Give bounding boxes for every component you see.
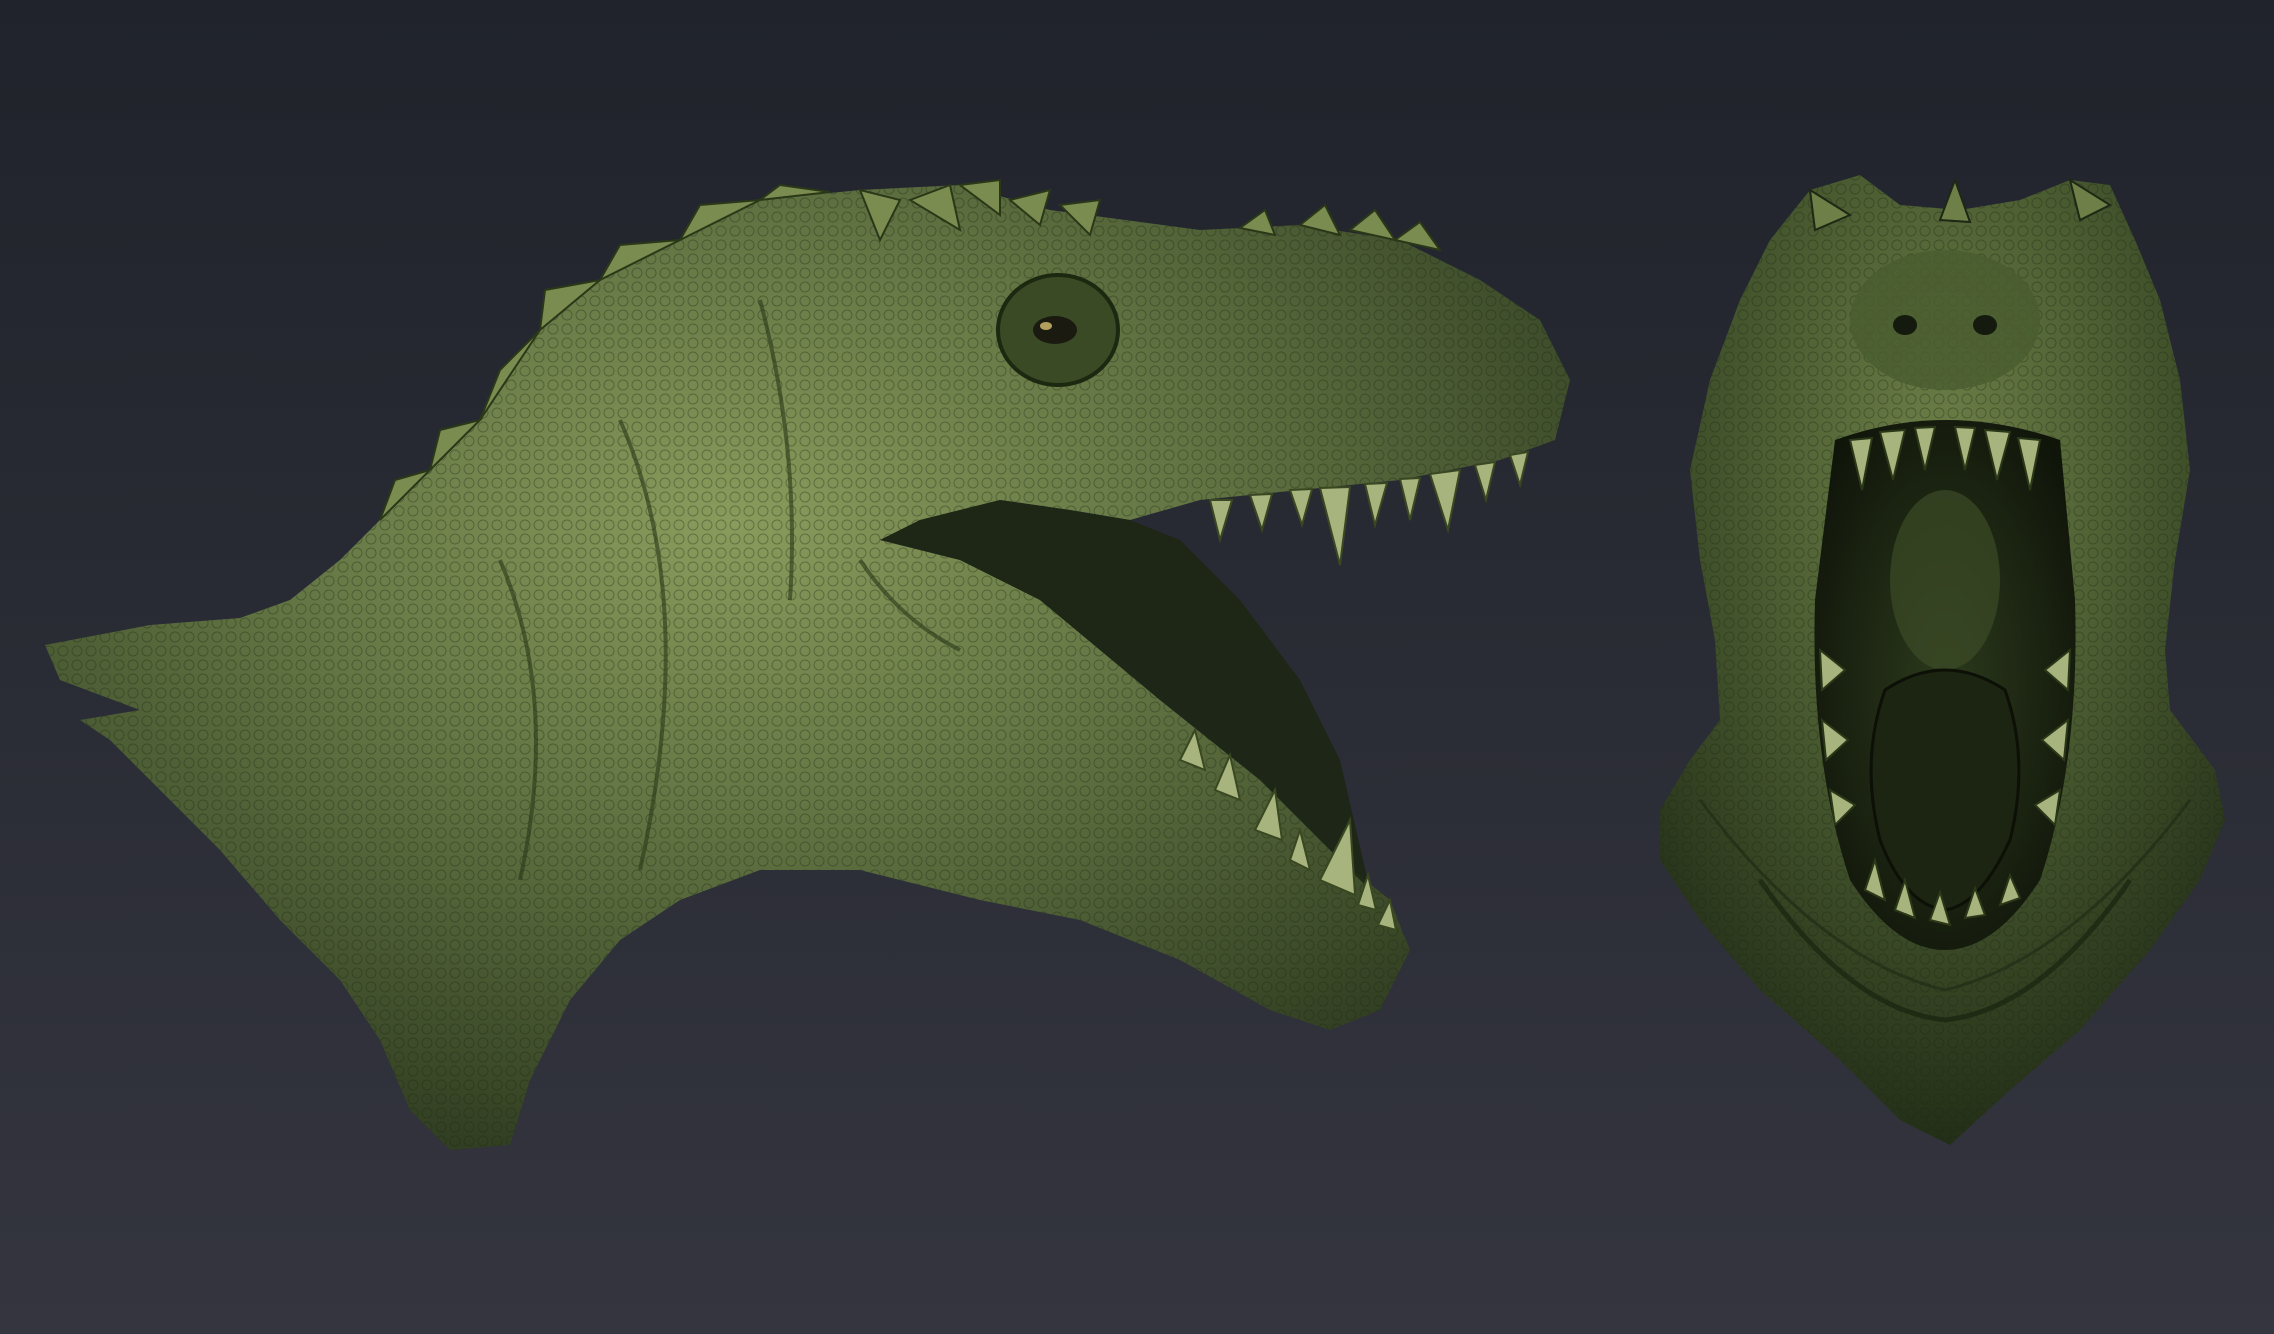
nostril-left: [1893, 315, 1917, 335]
viewport: [0, 0, 2274, 1334]
render-canvas: [0, 0, 2274, 1334]
nostril-right: [1973, 315, 1997, 335]
eye: [1033, 316, 1077, 344]
